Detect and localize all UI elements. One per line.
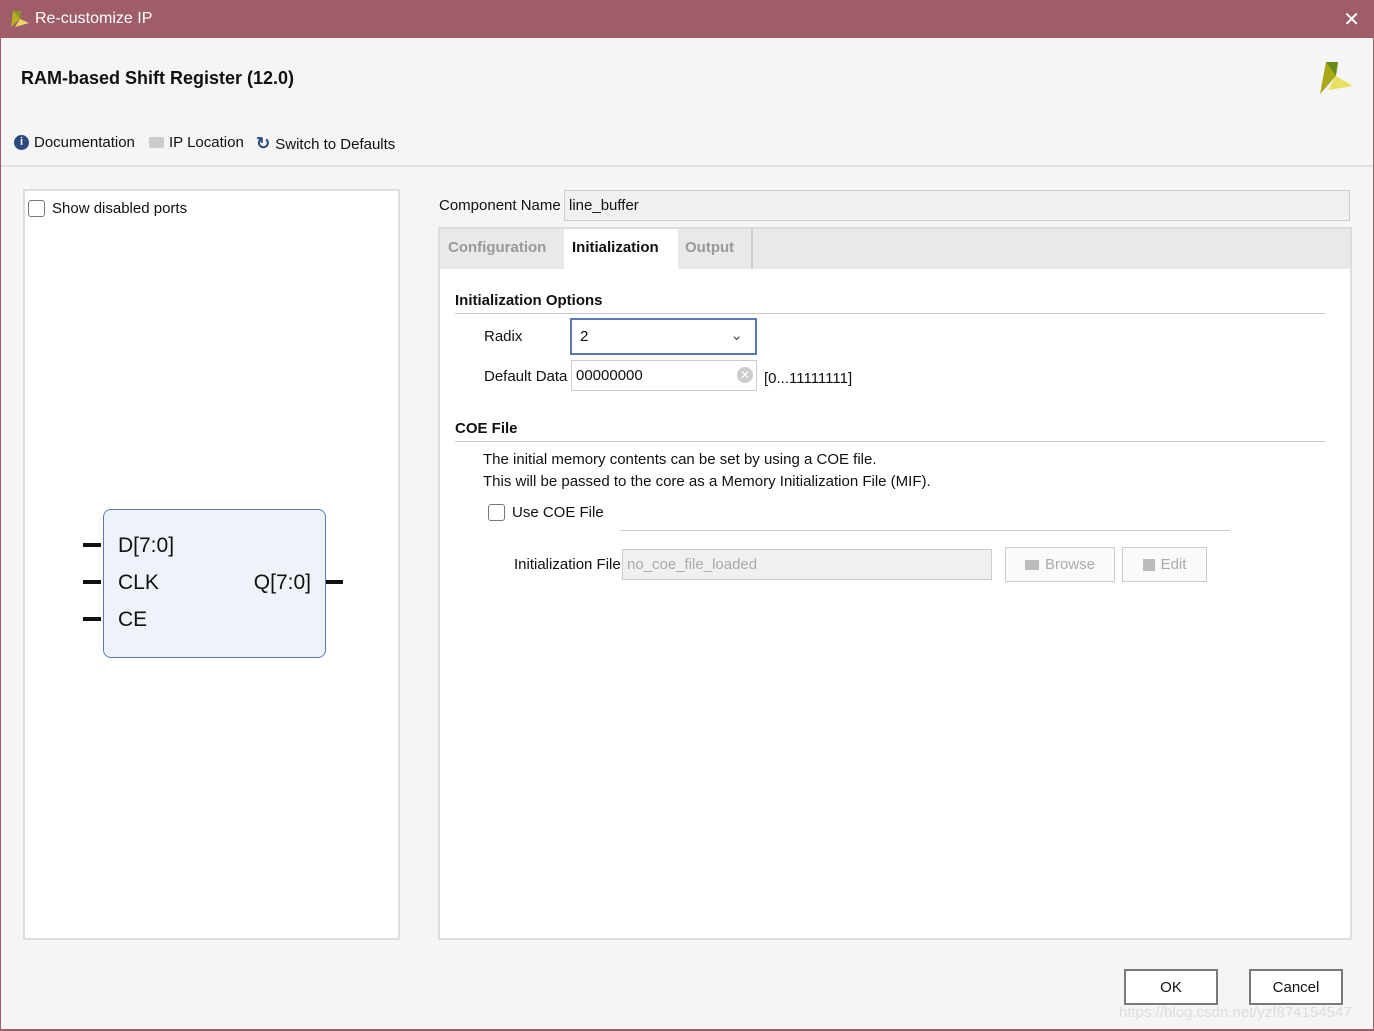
title-bar: Re-customize IP ✕ [0,0,1374,38]
edit-button[interactable]: Edit [1122,547,1207,582]
default-data-range: [0...11111111] [764,370,853,387]
close-button[interactable]: ✕ [1343,7,1360,32]
symbol-panel: Show disabled ports D[7:0] CLK CE Q[7:0] [23,189,400,940]
radix-select[interactable]: 2 ⌄ [570,318,757,355]
init-file-label: Initialization File [514,556,621,573]
window-title: Re-customize IP [35,10,153,27]
cancel-button[interactable]: Cancel [1249,969,1343,1005]
use-coe-checkbox[interactable]: Use COE File [488,504,604,521]
radix-value: 2 [580,328,589,345]
ip-location-link[interactable]: IP Location [149,134,244,151]
default-data-value: 00000000 [576,367,643,384]
coe-desc-1: The initial memory contents can be set b… [483,451,877,468]
folder-icon [1024,559,1039,570]
port-d: D[7:0] [118,534,175,557]
ip-title: RAM-based Shift Register (12.0) [21,68,295,88]
pin-q [325,580,343,584]
checkbox-label: Use COE File [512,504,604,521]
port-clk: CLK [118,571,159,594]
divider [455,313,1325,314]
documentation-link[interactable]: i Documentation [14,134,135,151]
radix-label: Radix [484,328,523,345]
browse-button[interactable]: Browse [1005,547,1115,582]
tab-initialization[interactable]: Initialization [564,229,678,269]
divider [620,530,1230,531]
clear-icon[interactable]: ✕ [737,367,753,383]
documentation-label: Documentation [34,134,135,151]
init-file-input[interactable]: no_coe_file_loaded [622,549,992,580]
refresh-icon: ↻ [256,134,271,153]
component-name-input[interactable]: line_buffer [564,190,1350,221]
info-icon: i [14,135,29,150]
coe-heading: COE File [455,420,518,437]
edit-label: Edit [1160,556,1187,573]
watermark: https://blog.csdn.net/yzf874154547 [1119,1004,1352,1021]
pin-clk [83,580,101,584]
checkbox-label: Show disabled ports [52,200,188,217]
ok-button[interactable]: OK [1124,969,1218,1005]
checkbox-box [28,200,45,217]
ip-location-label: IP Location [169,134,244,151]
dialog: RAM-based Shift Register (12.0) i Documen… [1,38,1373,1029]
show-disabled-ports-checkbox[interactable]: Show disabled ports [28,200,187,217]
ip-block-symbol: D[7:0] CLK CE Q[7:0] [103,509,326,658]
divider [455,441,1325,442]
tab-bar: Configuration Initialization Output [440,229,1350,269]
coe-desc-2: This will be passed to the core as a Mem… [483,473,931,490]
tab-configuration[interactable]: Configuration [440,229,554,269]
tab-output[interactable]: Output [677,229,753,269]
default-data-label: Default Data [484,368,568,385]
switch-defaults-link[interactable]: ↻ Switch to Defaults [256,134,395,154]
checkbox-box [488,504,505,521]
edit-icon [1142,558,1155,571]
switch-defaults-label: Switch to Defaults [275,135,396,153]
vivado-logo-icon [11,11,29,27]
pin-d [83,543,101,547]
chevron-down-icon: ⌄ [730,327,743,344]
browse-label: Browse [1044,556,1096,573]
folder-icon [149,137,164,148]
component-name-label: Component Name [439,197,561,214]
config-panel: Configuration Initialization Output Init… [438,227,1352,940]
default-data-input[interactable]: 00000000 ✕ [571,360,757,391]
port-ce: CE [118,608,148,631]
pin-ce [83,617,101,621]
port-q: Q[7:0] [253,571,311,594]
xilinx-logo-icon [1320,62,1353,94]
init-options-heading: Initialization Options [455,292,603,309]
divider [1,165,1373,167]
